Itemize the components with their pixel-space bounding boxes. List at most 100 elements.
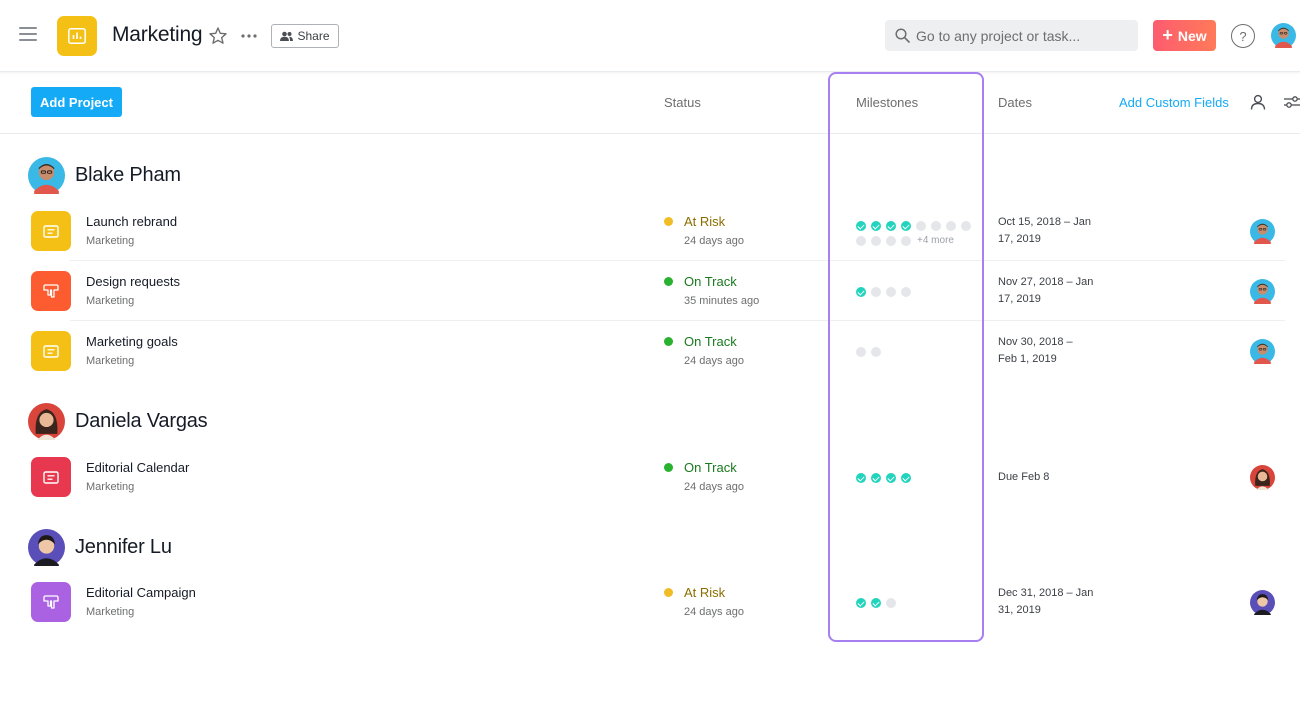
project-dates[interactable]: Nov 27, 2018 – Jan 17, 2019 [998,274,1108,308]
milestone-incomplete-icon [901,286,911,297]
project-name[interactable]: Design requests [86,274,180,289]
milestone-progress[interactable]: +4 more [856,218,981,248]
status-label[interactable]: At Risk [684,214,725,229]
owner-avatar [28,156,65,194]
milestone-complete-icon [871,220,881,231]
project-name[interactable]: Marketing goals [86,334,178,349]
milestone-incomplete-icon [871,346,881,357]
project-name[interactable]: Editorial Campaign [86,585,196,600]
list-icon [31,211,71,251]
column-header-row: Add Project Status Milestones Dates Add … [0,72,1300,134]
owner-avatar [28,402,65,440]
milestone-progress[interactable] [856,470,981,485]
status-timestamp: 35 minutes ago [684,295,760,307]
group-header: Jennifer Lu [28,528,172,566]
milestone-incomplete-icon [856,346,866,357]
status-dot [664,217,673,226]
status-timestamp: 24 days ago [684,235,744,247]
status-column-header[interactable]: Status [664,95,701,110]
add-project-button[interactable]: Add Project [31,87,122,117]
project-name[interactable]: Editorial Calendar [86,460,189,475]
milestones-column-header[interactable]: Milestones [856,95,918,110]
project-dates[interactable]: Dec 31, 2018 – Jan 31, 2019 [998,585,1108,619]
search-icon [895,28,910,43]
status-timestamp: 24 days ago [684,355,744,367]
status-dot [664,463,673,472]
project-row[interactable]: Editorial Calendar Marketing On Track 24… [0,447,1285,507]
group-header: Blake Pham [28,156,181,194]
group-owner-name: Blake Pham [75,163,181,186]
new-label: New [1177,27,1207,44]
status-dot [664,588,673,597]
new-button[interactable]: + New [1153,20,1216,51]
project-row[interactable]: Editorial Campaign Marketing At Risk 24 … [0,572,1285,632]
date-range-line: Dec 31, 2018 – Jan [998,587,1094,599]
project-team: Marketing [86,481,135,493]
search-box[interactable] [885,20,1138,51]
group-owner-name: Daniela Vargas [75,409,208,432]
owner-avatar[interactable] [1250,279,1275,304]
milestone-progress[interactable] [856,595,981,610]
owner-avatar[interactable] [1250,219,1275,244]
project-name[interactable]: Launch rebrand [86,214,177,229]
group-owner-name: Jennifer Lu [75,535,172,558]
date-range-line: Due Feb 8 [998,471,1050,483]
project-row[interactable]: Launch rebrand Marketing At Risk 24 days… [0,201,1285,261]
person-icon[interactable] [1250,94,1266,110]
top-bar: Marketing Share + New ? [0,0,1300,72]
date-range-line: Oct 15, 2018 – Jan [998,216,1091,228]
board-icon [31,271,71,311]
status-label[interactable]: At Risk [684,585,725,600]
project-dates[interactable]: Nov 30, 2018 – Feb 1, 2019 [998,334,1108,368]
list-icon [31,457,71,497]
milestone-complete-icon [856,597,866,608]
status-label[interactable]: On Track [684,460,737,475]
milestone-incomplete-icon [871,235,881,246]
milestone-complete-icon [901,472,911,483]
project-row[interactable]: Design requests Marketing On Track 35 mi… [0,261,1285,321]
board-icon [31,582,71,622]
owner-avatar[interactable] [1250,590,1275,615]
add-custom-fields-link[interactable]: Add Custom Fields [1119,95,1229,110]
project-team: Marketing [86,355,135,367]
milestone-complete-icon [886,472,896,483]
user-avatar[interactable] [1271,23,1296,48]
milestone-complete-icon [856,220,866,231]
milestone-incomplete-icon [871,286,881,297]
milestones-more-label[interactable]: +4 more [917,235,954,246]
milestone-complete-icon [886,220,896,231]
milestone-progress[interactable] [856,284,981,299]
star-icon[interactable] [208,26,228,46]
settings-sliders-icon[interactable] [1284,96,1300,108]
more-options-icon[interactable] [240,33,258,39]
milestone-incomplete-icon [886,597,896,608]
milestone-incomplete-icon [856,235,866,246]
milestone-complete-icon [871,472,881,483]
status-label[interactable]: On Track [684,274,737,289]
status-timestamp: 24 days ago [684,481,744,493]
project-row[interactable]: Marketing goals Marketing On Track 24 da… [0,321,1285,381]
milestone-complete-icon [856,472,866,483]
milestone-incomplete-icon [931,220,941,231]
dates-column-header[interactable]: Dates [998,95,1032,110]
group-header: Daniela Vargas [28,402,208,440]
date-range-line: Nov 30, 2018 – [998,336,1073,348]
share-button[interactable]: Share [271,24,339,48]
status-dot [664,337,673,346]
hamburger-menu-icon[interactable] [19,27,37,41]
share-label: Share [297,29,330,43]
milestone-incomplete-icon [886,235,896,246]
status-timestamp: 24 days ago [684,606,744,618]
milestone-progress[interactable] [856,344,981,359]
project-dates[interactable]: Due Feb 8 [998,469,1108,486]
owner-avatar[interactable] [1250,339,1275,364]
date-range-line: 17, 2019 [998,293,1041,305]
owner-avatar[interactable] [1250,465,1275,490]
project-team: Marketing [86,235,135,247]
help-icon[interactable]: ? [1231,24,1255,48]
status-label[interactable]: On Track [684,334,737,349]
project-dates[interactable]: Oct 15, 2018 – Jan 17, 2019 [998,214,1108,248]
search-input[interactable] [916,27,1126,44]
milestone-incomplete-icon [961,220,971,231]
project-chart-icon [57,16,97,56]
